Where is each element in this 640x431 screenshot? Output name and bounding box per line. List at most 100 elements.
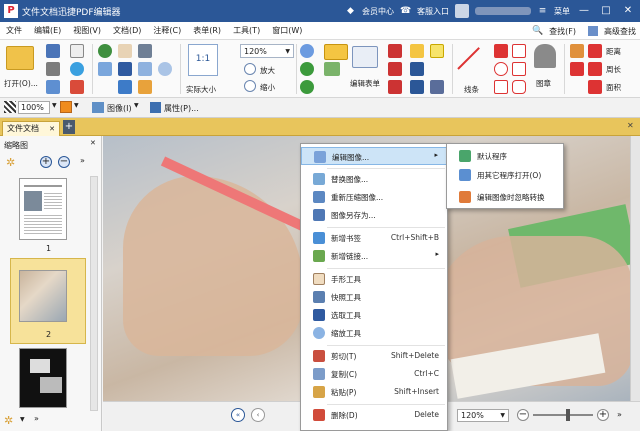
zoom-select[interactable]: 120% ▼ [240,44,294,58]
redo-icon[interactable] [300,62,314,76]
menu-item-save-image-as[interactable]: 图像另存为... [301,206,447,224]
color-fill-icon[interactable] [60,101,72,113]
note-icon[interactable] [430,44,444,58]
rectangle-icon[interactable] [494,80,508,94]
hand-tool-icon[interactable] [118,44,132,58]
select-text-icon[interactable] [118,62,132,76]
image-menu-button[interactable]: 图像(I) [107,103,132,114]
cloud-shape-icon[interactable] [512,80,526,94]
chevron-down-icon[interactable]: ▼ [134,102,139,109]
chevron-down-icon[interactable]: ▼ [20,416,25,423]
extract-icon[interactable] [138,80,152,94]
menu-item-hand-tool[interactable]: 手形工具 [301,270,447,288]
status-zoom-select[interactable]: 120% ▼ [457,409,509,422]
document-tab[interactable]: 文件文档 ✕ [2,121,60,136]
add-image-icon[interactable] [324,62,340,76]
zoom-in-thumbnail-icon[interactable]: + [40,156,52,168]
submenu-item-default-program[interactable]: 默认程序 [447,147,563,165]
page-navigation-icon[interactable] [98,62,112,76]
edit-form-button[interactable]: 编辑表单 [350,78,380,89]
menu-form[interactable]: 表单(R) [187,25,227,36]
page-thumbnail-3[interactable] [19,348,67,408]
zoom-percent-select[interactable]: 100% [18,101,50,114]
zoom-in-icon[interactable] [244,63,256,75]
expand-icon[interactable]: » [617,410,622,419]
open-button[interactable]: 打开(O)... [4,78,38,89]
menu-item-select-tool[interactable]: 选取工具 [301,306,447,324]
page-thumbnail-2[interactable] [19,270,67,322]
maximize-button[interactable]: □ [598,3,614,19]
find-button[interactable]: 查找(F) [549,26,576,37]
menu-item-paste[interactable]: 粘贴(P) Shift+Insert [301,383,447,401]
submenu-item-open-with[interactable]: 用其它程序打开(O) [447,166,563,184]
properties-button[interactable]: 属性(P)... [164,103,199,114]
menu-item-cut[interactable]: 剪切(T) Shift+Delete [301,347,447,365]
menu-item-snapshot-tool[interactable]: 快照工具 [301,288,447,306]
zoom-in-button[interactable]: + [597,409,609,421]
pentagon-icon[interactable] [512,62,526,76]
attachment-icon[interactable] [410,80,424,94]
chevron-down-icon[interactable]: ▼ [52,102,57,109]
close-icon[interactable]: ✕ [90,139,96,147]
user-avatar[interactable] [455,4,469,18]
support-link[interactable]: 客服入口 [417,6,449,17]
pdf-icon[interactable] [70,80,84,94]
print-icon[interactable] [46,62,60,76]
zoom-out-icon[interactable] [244,80,256,92]
menu-item-copy[interactable]: 复制(C) Ctrl+C [301,365,447,383]
page-thumbnail-1[interactable] [19,178,67,240]
area-button[interactable]: 面积 [606,82,621,93]
perimeter-button[interactable]: 周长 [606,64,621,75]
scan-icon[interactable] [46,80,60,94]
snapshot-icon[interactable] [138,44,152,58]
edit-image-tool-icon[interactable] [324,44,348,60]
zoom-tool-icon[interactable] [158,62,172,76]
member-center-link[interactable]: 会员中心 [362,6,394,17]
add-tab-button[interactable]: + [63,120,75,134]
zoom-magnifier-icon[interactable] [300,44,314,58]
menu-file[interactable]: 文件 [0,25,28,36]
gear-icon[interactable]: ✲ [6,156,15,169]
pen-icon[interactable] [494,44,508,58]
perimeter-icon[interactable] [588,62,602,76]
menu-button[interactable]: 菜单 [554,6,570,17]
edit-form-icon[interactable] [352,46,378,68]
rotate-icon[interactable] [118,80,132,94]
first-page-button[interactable]: « [231,408,245,422]
menu-item-replace-image[interactable]: 替换图像... [301,170,447,188]
zoom-in-button[interactable]: 放大 [260,65,275,76]
stamp-button[interactable]: 图章 [536,78,551,89]
text-box-icon[interactable] [388,44,402,58]
previous-page-button[interactable]: ‹ [251,408,265,422]
close-icon[interactable]: ✕ [627,121,637,133]
panel-scrollbar[interactable] [90,176,98,411]
menu-item-add-bookmark[interactable]: 新增书签 Ctrl+Shift+B [301,229,447,247]
chevron-down-icon[interactable]: ▼ [74,102,79,109]
menu-item-add-link[interactable]: 新增链接... ▸ [301,247,447,265]
email-icon[interactable] [70,44,84,58]
zoom-slider[interactable] [533,414,593,416]
zoom-out-button[interactable]: − [517,409,529,421]
ellipse-icon[interactable] [494,62,508,76]
stamp-icon[interactable] [534,44,556,68]
zoom-slider-handle[interactable] [566,409,570,421]
menu-tools[interactable]: 工具(T) [227,25,266,36]
collapse-icon[interactable]: » [80,156,85,165]
sound-icon[interactable] [430,80,444,94]
advanced-find-button[interactable]: 高级查找 [604,26,636,37]
select-tool-icon[interactable] [138,62,152,76]
polygon-icon[interactable] [512,44,526,58]
line-tool-button[interactable]: 线条 [464,84,479,95]
collapse-icon[interactable]: » [34,414,39,423]
typewriter-icon[interactable] [388,80,402,94]
menu-item-delete[interactable]: 删除(D) Delete [301,406,447,424]
highlighter-icon[interactable] [570,62,584,76]
menu-comment[interactable]: 注释(C) [147,25,187,36]
minimize-button[interactable]: — [576,3,592,19]
document-scrollbar[interactable] [630,136,640,401]
refresh-icon[interactable] [300,80,314,94]
folder-icon[interactable] [6,46,34,70]
menu-edit[interactable]: 编辑(E) [28,25,67,36]
menu-document[interactable]: 文档(D) [107,25,147,36]
text-field-icon[interactable] [388,62,402,76]
